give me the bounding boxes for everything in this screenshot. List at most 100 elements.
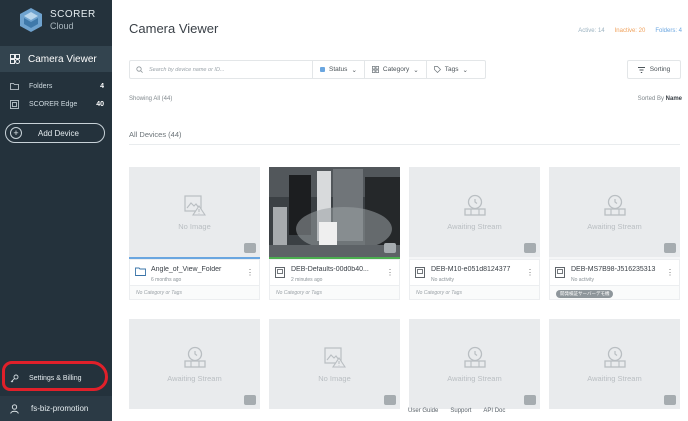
card-meta: DEB-Defaults-00d0b40... 2 minutes ago ⋮ bbox=[269, 259, 400, 286]
device-counts: Active: 14 Inactive: 20 Folders: 4 bbox=[578, 28, 682, 34]
showing-count: Showing All (44) bbox=[129, 96, 173, 102]
category-filter[interactable]: Category ⌄ bbox=[365, 61, 427, 78]
device-card[interactable]: No Image bbox=[269, 319, 400, 409]
device-card[interactable]: Awaiting Stream bbox=[129, 319, 260, 409]
sidebar-item-scorer-edge[interactable]: SCORER Edge 40 bbox=[0, 95, 112, 113]
chevron-down-icon: ⌄ bbox=[351, 66, 357, 74]
device-thumbnail[interactable]: Awaiting Stream bbox=[409, 319, 540, 409]
card-meta: DEB-M10-e051d8124377 No activity ⋮ bbox=[409, 259, 540, 286]
thumbnail-text: Awaiting Stream bbox=[447, 221, 502, 231]
awaiting-stream-icon bbox=[603, 346, 626, 368]
device-last-active: 2 minutes ago bbox=[291, 277, 323, 283]
section-title: All Devices (44) bbox=[129, 130, 182, 139]
device-last-active: No activity bbox=[571, 277, 595, 283]
plus-icon: + bbox=[10, 127, 22, 139]
add-device-label: Add Device bbox=[38, 128, 79, 138]
user-account[interactable]: fs-biz-promotion bbox=[0, 396, 112, 421]
device-card[interactable]: Awaiting Stream DEB-MS7B98-J516235313 No… bbox=[549, 167, 680, 300]
device-card[interactable]: Awaiting Stream DEB-M10-e051d8124377 No … bbox=[409, 167, 540, 300]
device-thumbnail[interactable]: Awaiting Stream bbox=[409, 167, 540, 257]
snapshot-icon[interactable] bbox=[244, 243, 256, 253]
scorer-logo-icon bbox=[20, 8, 42, 32]
snapshot-icon[interactable] bbox=[244, 395, 256, 405]
camera-grid-icon bbox=[10, 54, 20, 64]
card-meta: DEB-MS7B98-J516235313 No activity ⋮ bbox=[549, 259, 680, 286]
sidebar-item-settings-billing[interactable]: Settings & Billing bbox=[0, 366, 112, 390]
brand-sub: Cloud bbox=[50, 20, 74, 31]
thumbnail-text: Awaiting Stream bbox=[447, 373, 502, 383]
thumbnail-text: No Image bbox=[178, 221, 211, 231]
device-name[interactable]: DEB-Defaults-00d0b40... bbox=[291, 266, 385, 273]
search-icon bbox=[136, 66, 143, 73]
device-thumbnail[interactable]: Awaiting Stream bbox=[549, 319, 680, 409]
chevron-down-icon: ⌄ bbox=[462, 66, 468, 74]
snapshot-icon[interactable] bbox=[384, 395, 396, 405]
user-icon bbox=[10, 403, 19, 414]
inactive-count: Inactive: 20 bbox=[614, 28, 646, 34]
status-label: Status bbox=[329, 66, 348, 73]
card-tags: No Category or Tags bbox=[269, 286, 400, 300]
device-thumbnail[interactable]: No Image bbox=[269, 319, 400, 409]
card-tags: No Category or Tags bbox=[409, 286, 540, 300]
snapshot-icon[interactable] bbox=[384, 243, 396, 253]
awaiting-stream-icon bbox=[463, 346, 486, 368]
device-name[interactable]: Angle_of_View_Folder bbox=[151, 266, 245, 273]
more-options-icon[interactable]: ⋮ bbox=[666, 269, 674, 277]
status-filter[interactable]: Status ⌄ bbox=[313, 61, 365, 78]
snapshot-icon[interactable] bbox=[524, 243, 536, 253]
more-options-icon[interactable]: ⋮ bbox=[246, 269, 254, 277]
tag-chip[interactable]: 開発検証サーバーデモ機 bbox=[556, 290, 614, 298]
device-card[interactable]: Awaiting Stream bbox=[409, 319, 540, 409]
sidebar-item-camera-viewer[interactable]: Camera Viewer bbox=[0, 46, 112, 72]
key-icon bbox=[10, 374, 19, 382]
device-card[interactable]: DEB-Defaults-00d0b40... 2 minutes ago ⋮ … bbox=[269, 167, 400, 300]
snapshot-icon[interactable] bbox=[664, 243, 676, 253]
more-options-icon[interactable]: ⋮ bbox=[526, 269, 534, 277]
device-thumbnail[interactable]: Awaiting Stream bbox=[549, 167, 680, 257]
folders-total: Folders: 4 bbox=[655, 28, 682, 34]
awaiting-stream-icon bbox=[183, 346, 206, 368]
snapshot-icon[interactable] bbox=[664, 395, 676, 405]
settings-label: Settings & Billing bbox=[29, 374, 82, 382]
edge-device-icon bbox=[10, 99, 19, 109]
camera-snapshot[interactable] bbox=[269, 167, 400, 257]
user-name: fs-biz-promotion bbox=[31, 404, 89, 413]
more-options-icon[interactable]: ⋮ bbox=[386, 269, 394, 277]
search-input[interactable]: Search by device name or ID... bbox=[130, 61, 313, 78]
brand-name: SCORER bbox=[50, 8, 96, 20]
main-content: Camera Viewer Active: 14 Inactive: 20 Fo… bbox=[112, 0, 688, 421]
device-name[interactable]: DEB-M10-e051d8124377 bbox=[431, 266, 525, 273]
sorted-by[interactable]: Sorted By Name bbox=[638, 96, 682, 102]
add-device-button[interactable]: + Add Device bbox=[5, 123, 105, 143]
device-name[interactable]: DEB-MS7B98-J516235313 bbox=[571, 266, 665, 273]
sidebar-item-label: SCORER Edge bbox=[29, 100, 78, 108]
sorted-by-label: Sorted By bbox=[637, 96, 664, 102]
brand[interactable]: SCORER Cloud bbox=[20, 8, 96, 32]
device-thumbnail[interactable]: No Image bbox=[129, 167, 260, 257]
status-square-icon bbox=[320, 67, 325, 72]
support-link[interactable]: Support bbox=[450, 408, 471, 414]
device-last-active: No activity bbox=[431, 277, 455, 283]
divider bbox=[129, 144, 680, 145]
awaiting-stream-icon bbox=[603, 194, 626, 216]
category-label: Category bbox=[382, 66, 410, 73]
sidebar: SCORER Cloud Camera Viewer Folders 4 SCO… bbox=[0, 0, 112, 421]
user-guide-link[interactable]: User Guide bbox=[408, 408, 438, 414]
awaiting-stream-icon bbox=[463, 194, 486, 216]
chevron-down-icon: ⌄ bbox=[413, 66, 419, 74]
tags-filter[interactable]: Tags ⌄ bbox=[427, 61, 475, 78]
tag-icon bbox=[433, 66, 441, 73]
no-image-icon bbox=[323, 346, 346, 368]
no-image-icon bbox=[183, 194, 206, 216]
device-card[interactable]: Awaiting Stream bbox=[549, 319, 680, 409]
thumbnail-text: Awaiting Stream bbox=[587, 373, 642, 383]
sidebar-item-folders[interactable]: Folders 4 bbox=[0, 77, 112, 95]
thumbnail-text: Awaiting Stream bbox=[167, 373, 222, 383]
device-thumbnail[interactable]: Awaiting Stream bbox=[129, 319, 260, 409]
device-card[interactable]: No Image Angle_of_View_Folder 6 months a… bbox=[129, 167, 260, 300]
snapshot-icon[interactable] bbox=[524, 395, 536, 405]
api-doc-link[interactable]: API Doc bbox=[483, 408, 505, 414]
thumbnail-text: Awaiting Stream bbox=[587, 221, 642, 231]
folder-icon bbox=[135, 267, 146, 276]
sorting-button[interactable]: Sorting bbox=[627, 60, 681, 79]
